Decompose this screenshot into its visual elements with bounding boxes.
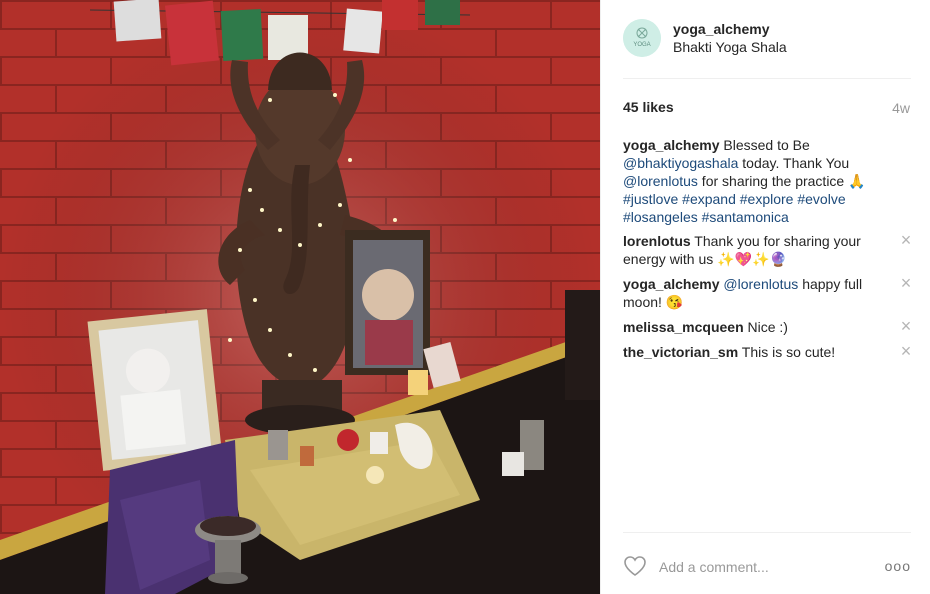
heart-icon[interactable]: [623, 555, 647, 577]
add-comment-input[interactable]: [659, 558, 859, 576]
avatar[interactable]: YOGA: [623, 19, 661, 57]
caption-text-2: today. Thank You: [738, 155, 850, 171]
post-location[interactable]: Bhakti Yoga Shala: [673, 39, 787, 55]
comment-username[interactable]: lorenlotus: [623, 233, 691, 249]
caption-username[interactable]: yoga_alchemy: [623, 137, 720, 153]
close-icon[interactable]: ×: [899, 317, 913, 336]
avatar-text: YOGA: [633, 42, 650, 48]
hashtag[interactable]: #justlove: [623, 191, 678, 207]
close-icon[interactable]: ×: [899, 274, 913, 293]
caption-mention-1[interactable]: @bhaktiyogashala: [623, 155, 738, 171]
comment-username[interactable]: melissa_mcqueen: [623, 319, 744, 335]
hashtag[interactable]: #santamonica: [702, 209, 789, 225]
comment-item: lorenlotus Thank you for sharing your en…: [623, 231, 913, 268]
post-photo[interactable]: [0, 0, 600, 594]
comments-list: yoga_alchemy Blessed to Be @bhaktiyogash…: [623, 136, 913, 368]
comment-username[interactable]: yoga_alchemy: [623, 276, 720, 292]
caption-mention-2[interactable]: @lorenlotus: [623, 173, 698, 189]
caption-text-1: Blessed to Be: [719, 137, 810, 153]
post-username[interactable]: yoga_alchemy: [673, 21, 770, 37]
close-icon[interactable]: ×: [899, 231, 913, 250]
post-caption: yoga_alchemy Blessed to Be @bhaktiyogash…: [623, 136, 913, 226]
post-age[interactable]: 4w: [892, 100, 910, 116]
comment-item: melissa_mcqueen Nice :) ×: [623, 317, 913, 336]
close-icon[interactable]: ×: [899, 342, 913, 361]
hashtag[interactable]: #evolve: [797, 191, 845, 207]
post-details-panel: YOGA yoga_alchemy Bhakti Yoga Shala 45 l…: [600, 0, 930, 594]
comment-mention[interactable]: @lorenlotus: [723, 276, 798, 292]
comment-item: yoga_alchemy @lorenlotus happy full moon…: [623, 274, 913, 311]
more-options-icon[interactable]: ooo: [885, 558, 911, 574]
comment-item: the_victorian_sm This is so cute! ×: [623, 342, 913, 361]
comment-username[interactable]: the_victorian_sm: [623, 344, 738, 360]
post-footer: ooo: [601, 532, 930, 594]
comment-text: Nice :): [743, 319, 788, 335]
header-divider: [623, 78, 911, 79]
yoga-logo-icon: YOGA: [623, 19, 661, 57]
caption-text-3: for sharing the practice 🙏: [697, 173, 866, 189]
likes-count[interactable]: 45 likes: [623, 99, 674, 115]
hashtag[interactable]: #explore: [740, 191, 794, 207]
hashtag[interactable]: #expand: [682, 191, 736, 207]
hashtag[interactable]: #losangeles: [623, 209, 698, 225]
post-header: YOGA yoga_alchemy Bhakti Yoga Shala: [601, 0, 930, 78]
altar-photo: [0, 0, 600, 594]
comment-text: This is so cute!: [738, 344, 836, 360]
